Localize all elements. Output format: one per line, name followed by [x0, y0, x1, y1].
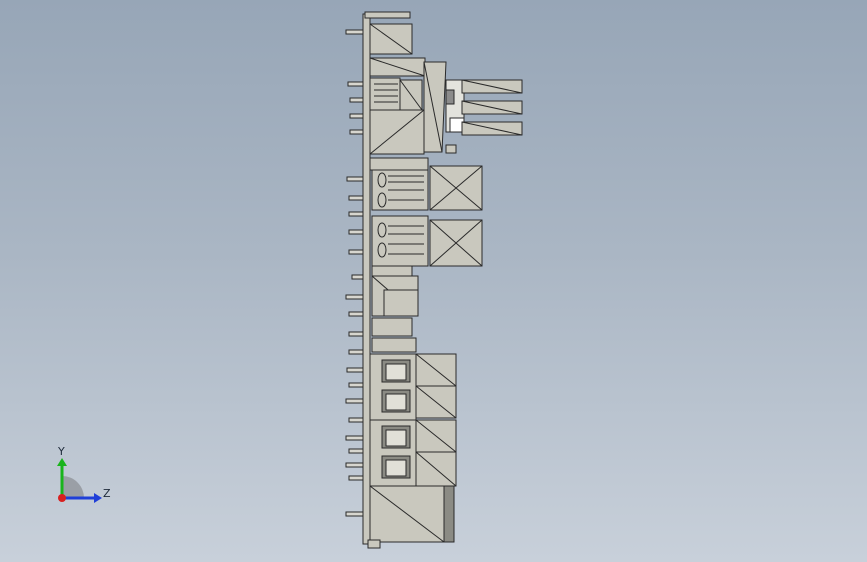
y-axis-arrow-icon	[57, 458, 67, 466]
mid-small-module	[371, 275, 419, 353]
lower-terminal-blocks	[369, 353, 457, 487]
axis-triad: Y Z	[57, 445, 111, 503]
cad-graphics-viewport[interactable]: Y Z	[0, 0, 867, 562]
z-axis-label: Z	[103, 487, 111, 500]
left-pins	[345, 29, 364, 517]
origin-dot-icon	[58, 494, 66, 502]
y-axis-label: Y	[57, 445, 65, 458]
bottom-base-block	[367, 485, 455, 549]
main-rail	[362, 13, 371, 545]
top-connector-block	[369, 23, 426, 77]
top-cap	[364, 11, 411, 19]
triad-base-arc	[62, 476, 84, 498]
z-axis-arrow-icon	[94, 493, 102, 503]
assembly-model-side-view[interactable]	[0, 0, 867, 562]
middle-relay-bank	[369, 157, 483, 277]
